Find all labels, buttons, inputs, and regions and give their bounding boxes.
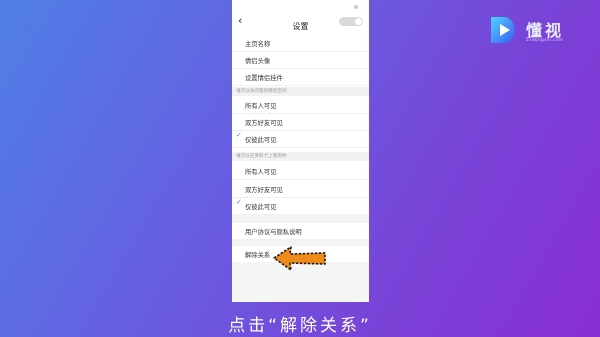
check-icon: ✓: [236, 131, 242, 139]
status-indicator: [354, 5, 358, 9]
option-space-each-other[interactable]: ✓ 仅彼此可见: [232, 131, 369, 148]
row-label: 主页名称: [245, 41, 271, 48]
agreement-link[interactable]: 用户协议与隐私说明: [232, 223, 369, 240]
row-label: 情侣头像: [245, 58, 271, 65]
option-space-everyone[interactable]: 所有人可见: [232, 97, 369, 114]
toggle-knob: [355, 18, 362, 25]
brand-url: 51dongshi.com: [526, 37, 564, 42]
option-label: 所有人可见: [245, 169, 277, 176]
arrow-icon: [273, 246, 326, 271]
top-bar: ‹ 设置: [232, 0, 369, 36]
option-space-mutual-friends[interactable]: 双方好友可见: [232, 114, 369, 131]
option-label: 所有人可见: [245, 103, 277, 110]
option-profile-each-other[interactable]: ✓ 仅彼此可见: [232, 198, 369, 215]
unbind-label: 解除关系: [245, 252, 271, 259]
option-label: 仅彼此可见: [245, 137, 277, 144]
section-title: 谁可以访问我的情侣空间: [236, 89, 287, 94]
option-label: 仅彼此可见: [245, 204, 277, 211]
brand-logo-icon: [491, 17, 515, 43]
option-label: 双方好友可见: [245, 120, 283, 127]
section-header-space-access: 谁可以访问我的情侣空间: [232, 87, 369, 96]
row-homepage-name[interactable]: 主页名称: [232, 35, 369, 52]
header-toggle[interactable]: [339, 17, 363, 26]
section-title: 谁可以在资料卡上看到你: [236, 154, 287, 159]
instruction-caption: 点击“解除关系”: [228, 316, 372, 336]
check-icon: ✓: [236, 198, 242, 206]
option-profile-mutual-friends[interactable]: 双方好友可见: [232, 181, 369, 198]
row-couple-avatar[interactable]: 情侣头像: [232, 52, 369, 69]
row-label: 设置情侣挂件: [245, 75, 283, 82]
divider: [232, 215, 369, 223]
option-profile-everyone[interactable]: 所有人可见: [232, 163, 369, 180]
agreement-label: 用户协议与隐私说明: [245, 229, 302, 236]
row-couple-widget[interactable]: 设置情侣挂件: [232, 69, 369, 86]
section-header-profile-visibility: 谁可以在资料卡上看到你: [232, 152, 369, 161]
option-label: 双方好友可见: [245, 187, 283, 194]
